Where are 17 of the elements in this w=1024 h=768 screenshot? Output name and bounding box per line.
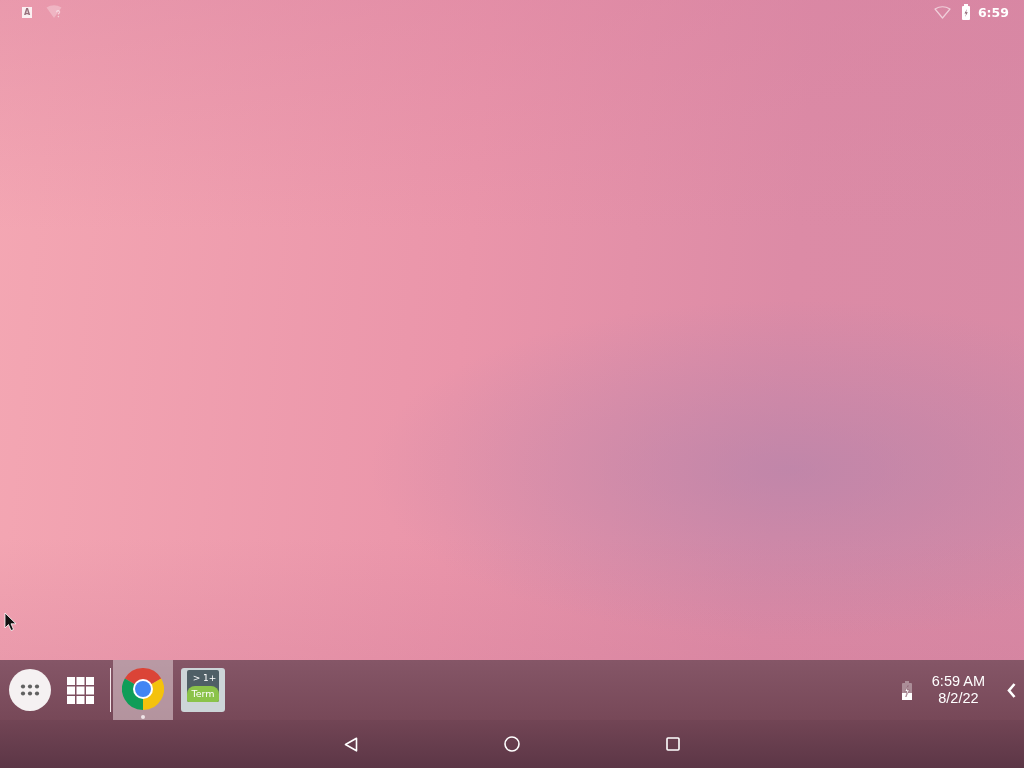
wifi-icon bbox=[46, 5, 63, 19]
browser-icon bbox=[122, 668, 164, 710]
clock-time: 6:59 AM bbox=[931, 673, 985, 690]
apps-icon[interactable] bbox=[9, 669, 51, 711]
clock-date: 8/2/22 bbox=[938, 690, 979, 707]
back-icon[interactable] bbox=[344, 736, 358, 752]
mouse-pointer-icon bbox=[4, 612, 17, 632]
logo-text: > 1+ bbox=[191, 671, 218, 685]
browser-app-button[interactable] bbox=[113, 660, 173, 720]
recents-icon[interactable] bbox=[666, 737, 680, 751]
chevron-left-icon[interactable] bbox=[1007, 682, 1016, 698]
grid-icon[interactable] bbox=[67, 676, 94, 704]
logo-text: Term bbox=[187, 685, 219, 702]
input-method-indicator: A bbox=[22, 6, 32, 18]
terminal-app-button[interactable]: > 1+ Term bbox=[181, 668, 225, 712]
status-time: 6:59 bbox=[977, 4, 1009, 20]
home-icon[interactable] bbox=[504, 736, 520, 752]
